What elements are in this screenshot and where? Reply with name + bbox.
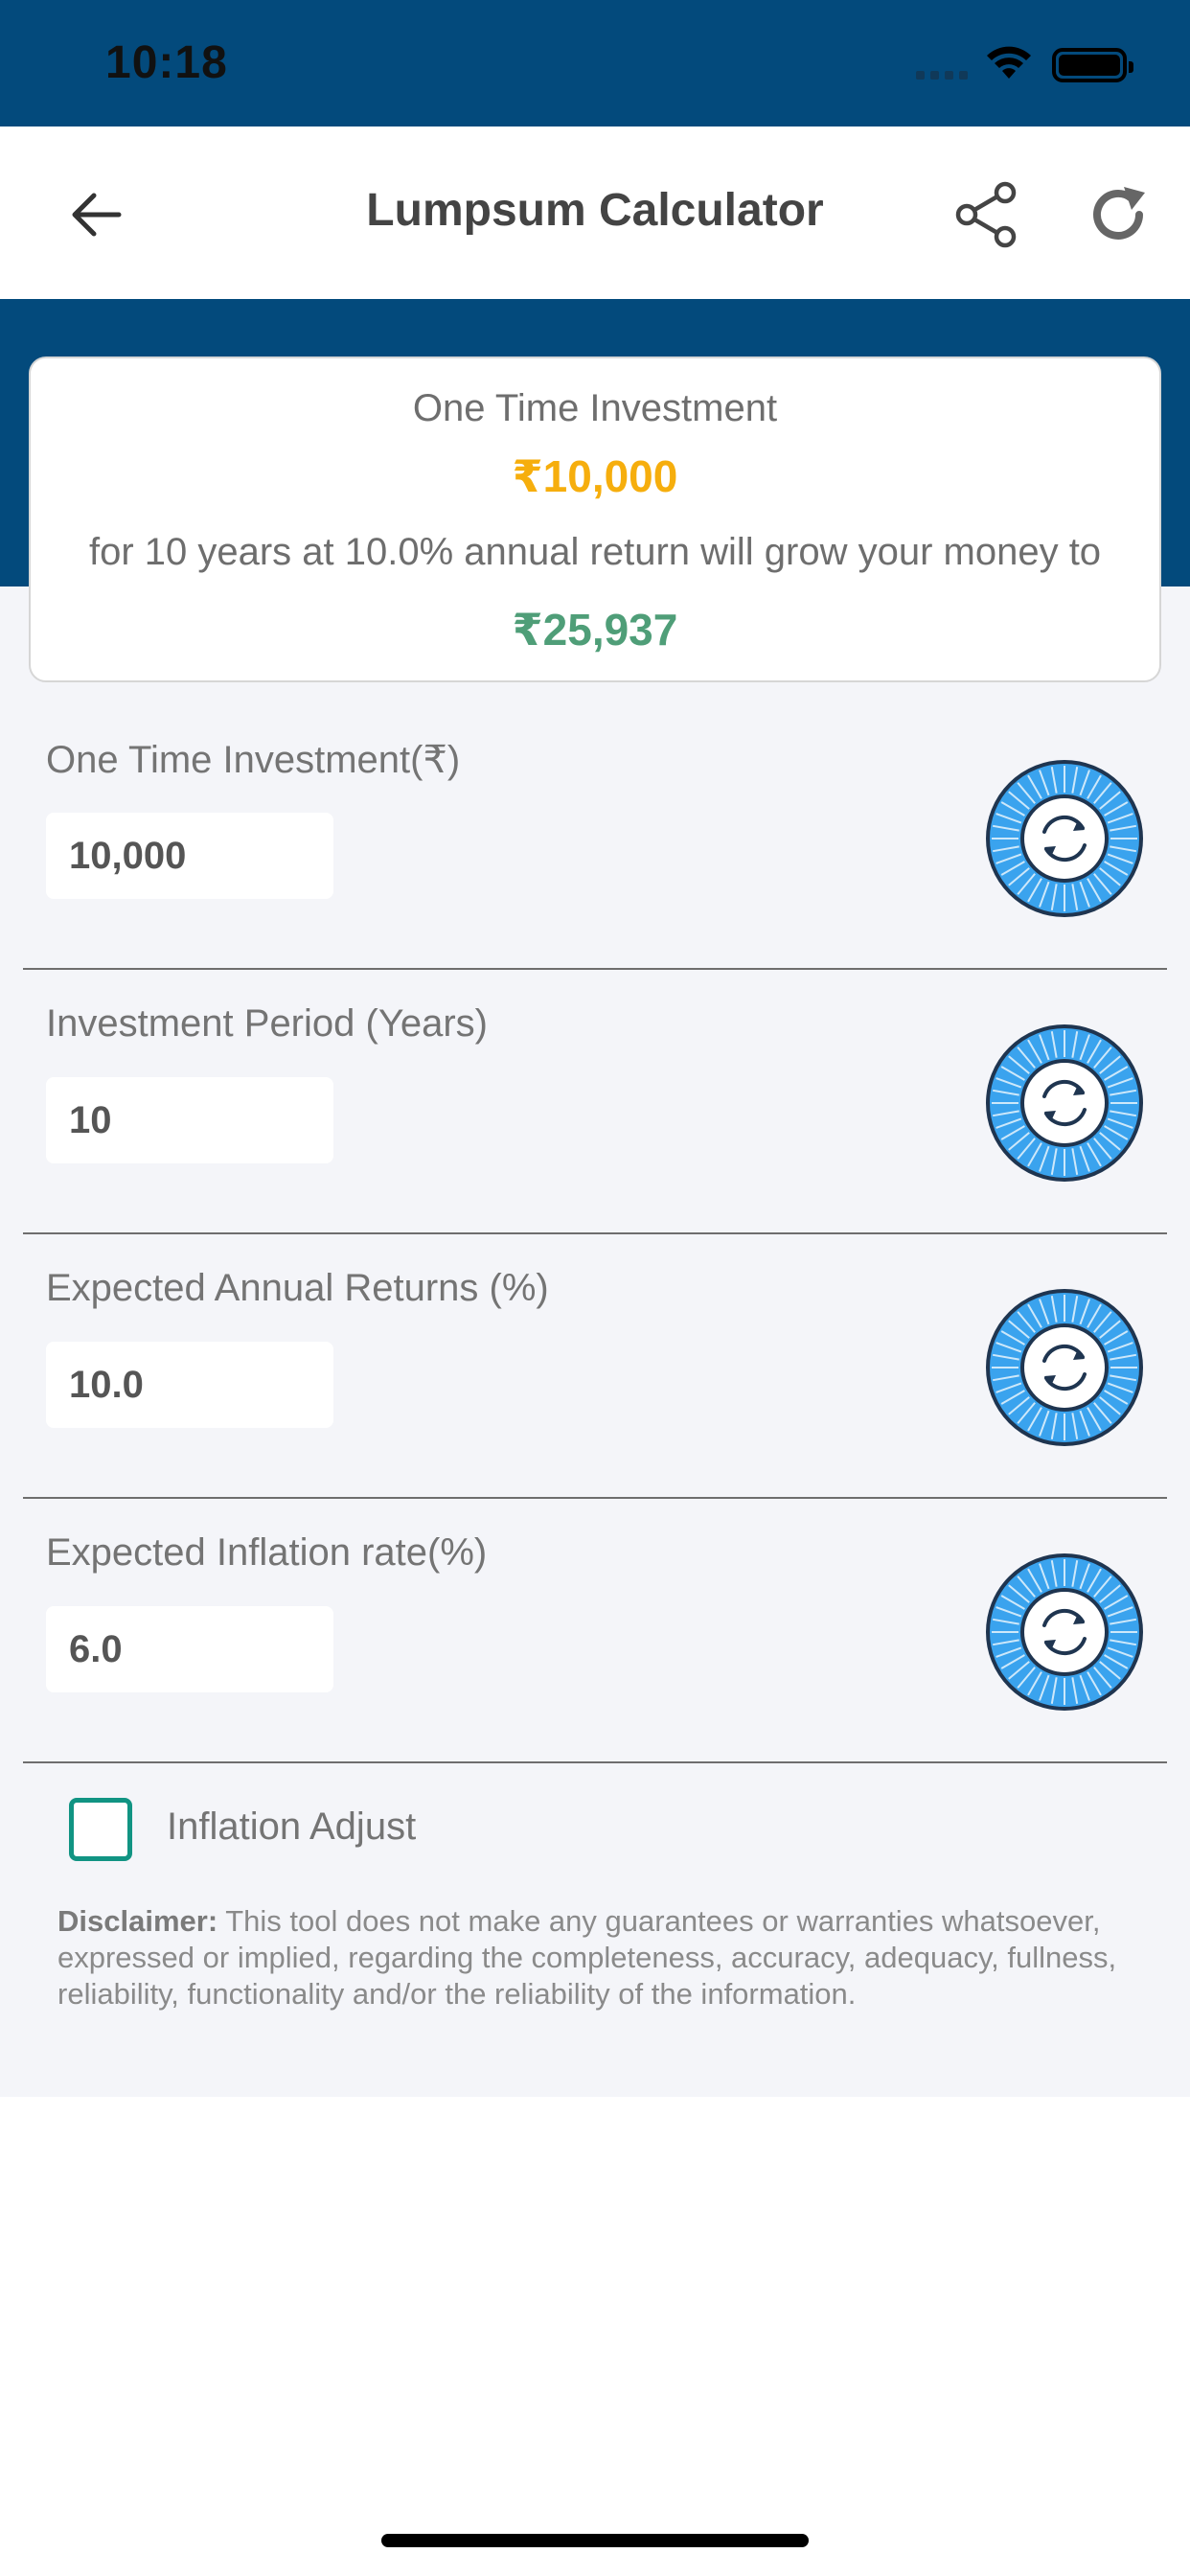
status-time: 10:18 <box>105 37 228 88</box>
disclaimer: Disclaimer: This tool does not make any … <box>57 1903 1131 2012</box>
investment-period-label: Investment Period (Years) <box>46 1002 488 1045</box>
divider <box>23 1497 1167 1499</box>
status-bar: 10:18 <box>0 0 1190 126</box>
inflation-adjust-label: Inflation Adjust <box>167 1806 417 1848</box>
divider <box>23 1232 1167 1234</box>
summary-label: One Time Investment <box>412 387 778 429</box>
investment-period-input[interactable]: 10 <box>46 1077 333 1163</box>
battery-icon <box>1052 48 1133 82</box>
inflation-rate-input[interactable]: 6.0 <box>46 1606 333 1692</box>
nav-bar: Lumpsum Calculator <box>0 126 1190 299</box>
divider <box>23 1761 1167 1763</box>
annual-returns-input[interactable]: 10.0 <box>46 1342 333 1428</box>
cellular-signal-icon <box>916 71 968 80</box>
refresh-icon[interactable] <box>1081 176 1157 253</box>
annual-returns-dial-icon[interactable] <box>985 1288 1144 1447</box>
inflation-rate-dial-icon[interactable] <box>985 1552 1144 1712</box>
investment-amount-dial-icon[interactable] <box>985 759 1144 918</box>
result-summary-card: One Time Investment ₹10,000 for 10 years… <box>29 356 1161 682</box>
inflation-rate-label: Expected Inflation rate(%) <box>46 1531 488 1574</box>
investment-period-dial-icon[interactable] <box>985 1024 1144 1183</box>
summary-investment-amount: ₹10,000 <box>512 451 678 501</box>
summary-maturity-amount: ₹25,937 <box>512 605 678 655</box>
divider <box>23 968 1167 970</box>
home-indicator <box>381 2534 809 2547</box>
summary-description: for 10 years at 10.0% annual return will… <box>88 531 1102 573</box>
investment-amount-label: One Time Investment(₹) <box>46 739 461 781</box>
wifi-icon <box>987 46 1031 79</box>
inflation-adjust-checkbox[interactable] <box>69 1798 132 1861</box>
annual-returns-label: Expected Annual Returns (%) <box>46 1267 549 1309</box>
investment-amount-input[interactable]: 10,000 <box>46 813 333 899</box>
share-icon[interactable] <box>949 176 1025 253</box>
disclaimer-heading: Disclaimer: <box>57 1904 218 1938</box>
